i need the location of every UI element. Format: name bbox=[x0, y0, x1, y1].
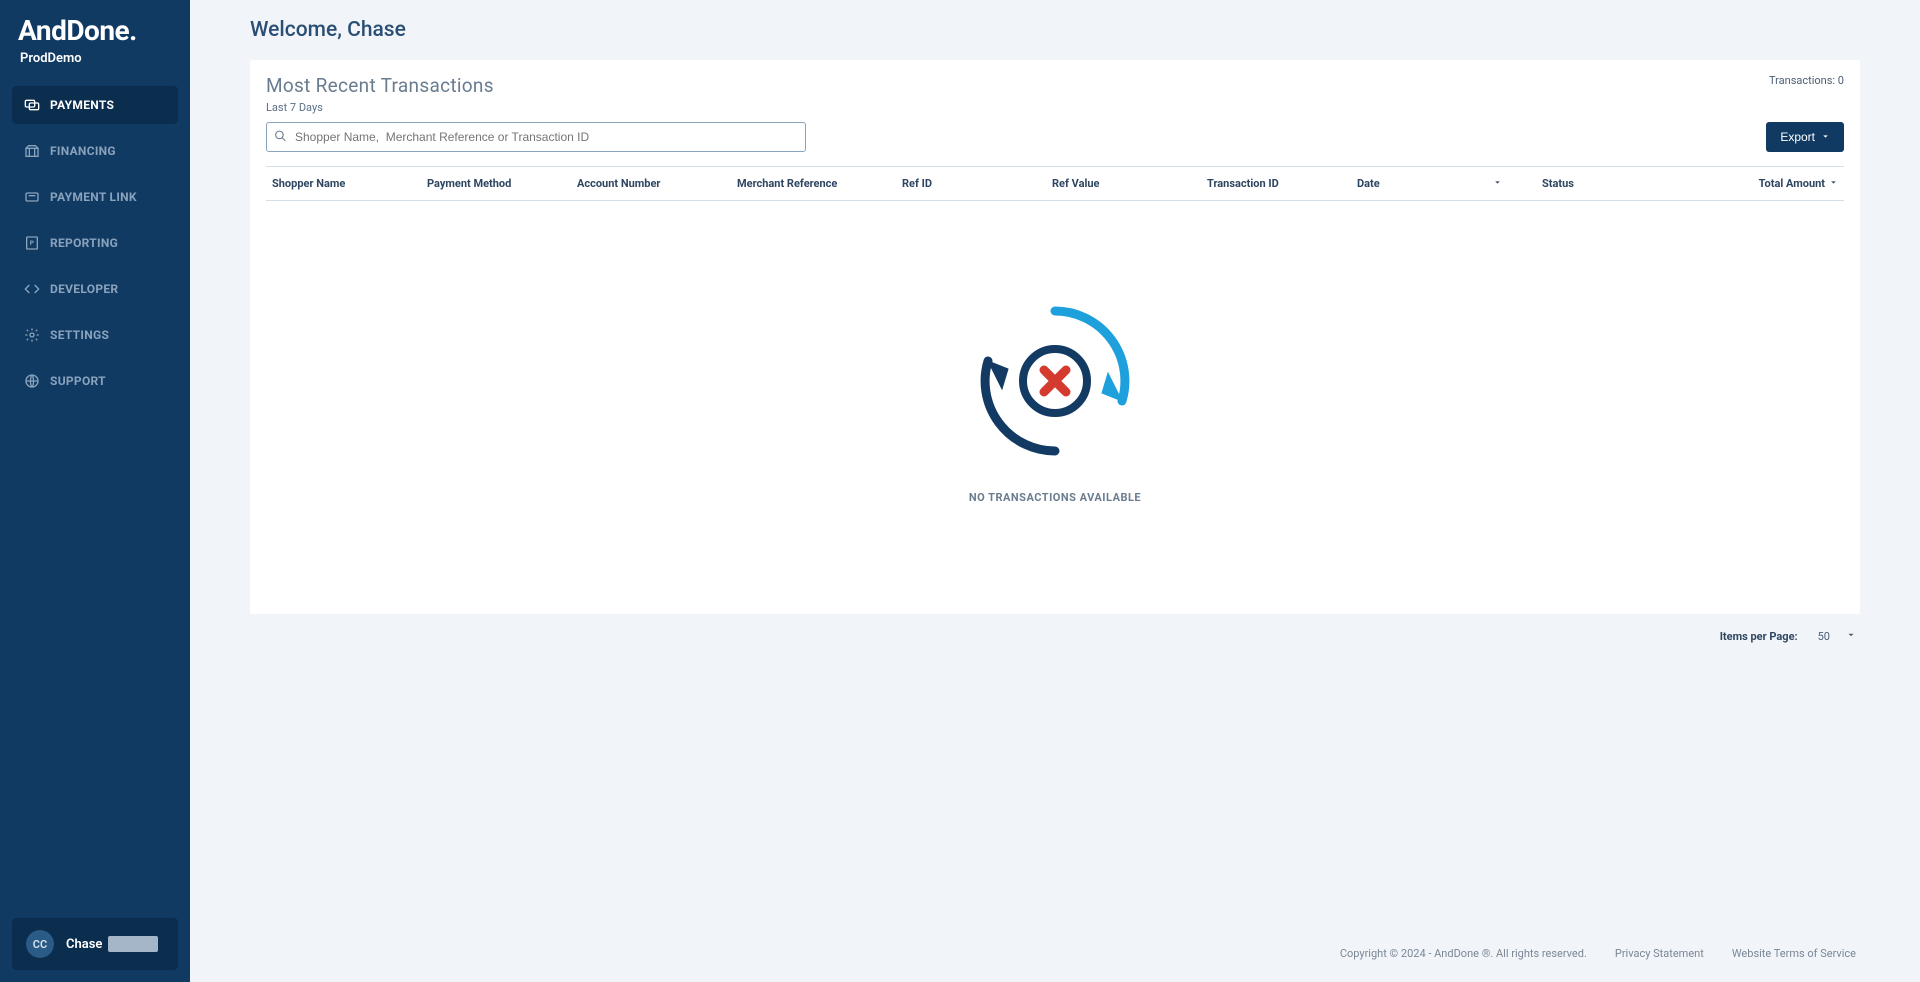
col-ref-id[interactable]: Ref ID bbox=[902, 177, 1052, 190]
col-shopper-name[interactable]: Shopper Name bbox=[272, 177, 427, 190]
redacted-surname bbox=[108, 936, 158, 952]
pager-label: Items per Page: bbox=[1720, 630, 1798, 643]
payments-icon bbox=[24, 97, 40, 113]
nav-label: SUPPORT bbox=[50, 374, 106, 388]
export-button[interactable]: Export bbox=[1766, 122, 1844, 152]
settings-icon bbox=[24, 327, 40, 343]
col-payment-method[interactable]: Payment Method bbox=[427, 177, 577, 190]
col-date-label: Date bbox=[1357, 177, 1380, 190]
empty-state-text: NO TRANSACTIONS AVAILABLE bbox=[969, 491, 1141, 504]
search-container bbox=[266, 122, 806, 152]
search-icon bbox=[274, 128, 287, 147]
sidebar: AndDone. ProdDemo PAYMENTS FINANCING PAY… bbox=[0, 0, 190, 982]
nav-label: FINANCING bbox=[50, 144, 116, 158]
sort-icon bbox=[1829, 177, 1838, 190]
pager: Items per Page: 50 bbox=[250, 614, 1860, 659]
footer-link-privacy[interactable]: Privacy Statement bbox=[1615, 947, 1704, 960]
sort-desc-icon bbox=[1493, 177, 1502, 190]
card-title: Most Recent Transactions bbox=[266, 74, 494, 97]
brand-logo: AndDone. bbox=[0, 0, 190, 51]
financing-icon bbox=[24, 143, 40, 159]
nav-label: PAYMENT LINK bbox=[50, 190, 137, 204]
avatar: CC bbox=[26, 930, 54, 958]
support-icon bbox=[24, 373, 40, 389]
sidebar-item-developer[interactable]: DEVELOPER bbox=[12, 270, 178, 308]
chevron-down-icon bbox=[1821, 130, 1830, 144]
tenant-name: ProdDemo bbox=[0, 51, 190, 86]
sidebar-nav: PAYMENTS FINANCING PAYMENT LINK P REPORT… bbox=[0, 86, 190, 906]
col-total-amount[interactable]: Total Amount bbox=[1707, 177, 1838, 190]
col-account-number[interactable]: Account Number bbox=[577, 177, 737, 190]
chevron-down-icon bbox=[1846, 630, 1856, 643]
col-ref-value[interactable]: Ref Value bbox=[1052, 177, 1207, 190]
developer-icon bbox=[24, 281, 40, 297]
nav-label: SETTINGS bbox=[50, 328, 109, 342]
reporting-icon: P bbox=[24, 235, 40, 251]
col-status[interactable]: Status bbox=[1542, 177, 1707, 190]
sidebar-item-financing[interactable]: FINANCING bbox=[12, 132, 178, 170]
pager-select[interactable]: 50 bbox=[1818, 630, 1856, 643]
sidebar-item-payments[interactable]: PAYMENTS bbox=[12, 86, 178, 124]
user-chip[interactable]: CC Chase bbox=[12, 918, 178, 970]
col-transaction-id[interactable]: Transaction ID bbox=[1207, 177, 1357, 190]
user-name: Chase bbox=[66, 937, 102, 952]
page-footer: Copyright © 2024 - AndDone ®. All rights… bbox=[250, 929, 1860, 982]
empty-state-icon bbox=[950, 291, 1160, 475]
col-merchant-reference[interactable]: Merchant Reference bbox=[737, 177, 902, 190]
sidebar-item-settings[interactable]: SETTINGS bbox=[12, 316, 178, 354]
footer-copyright: Copyright © 2024 - AndDone ®. All rights… bbox=[1340, 947, 1587, 960]
link-icon bbox=[24, 189, 40, 205]
sidebar-item-reporting[interactable]: P REPORTING bbox=[12, 224, 178, 262]
transactions-count: Transactions: 0 bbox=[1769, 74, 1844, 87]
nav-label: REPORTING bbox=[50, 236, 118, 250]
col-date[interactable]: Date bbox=[1357, 177, 1542, 190]
nav-label: DEVELOPER bbox=[50, 282, 118, 296]
pager-value: 50 bbox=[1818, 630, 1830, 643]
col-total-label: Total Amount bbox=[1759, 177, 1825, 190]
svg-text:P: P bbox=[30, 239, 35, 247]
search-input[interactable] bbox=[266, 122, 806, 152]
empty-state: NO TRANSACTIONS AVAILABLE bbox=[266, 201, 1844, 614]
transactions-card: Most Recent Transactions Last 7 Days Tra… bbox=[250, 60, 1860, 614]
nav-label: PAYMENTS bbox=[50, 98, 114, 112]
page-title: Welcome, Chase bbox=[250, 18, 1860, 42]
main-content: Welcome, Chase Most Recent Transactions … bbox=[190, 0, 1920, 982]
card-subtitle: Last 7 Days bbox=[266, 101, 494, 114]
sidebar-item-support[interactable]: SUPPORT bbox=[12, 362, 178, 400]
table-header: Shopper Name Payment Method Account Numb… bbox=[266, 166, 1844, 201]
sidebar-item-payment-link[interactable]: PAYMENT LINK bbox=[12, 178, 178, 216]
footer-link-terms[interactable]: Website Terms of Service bbox=[1732, 947, 1856, 960]
export-label: Export bbox=[1780, 130, 1815, 144]
